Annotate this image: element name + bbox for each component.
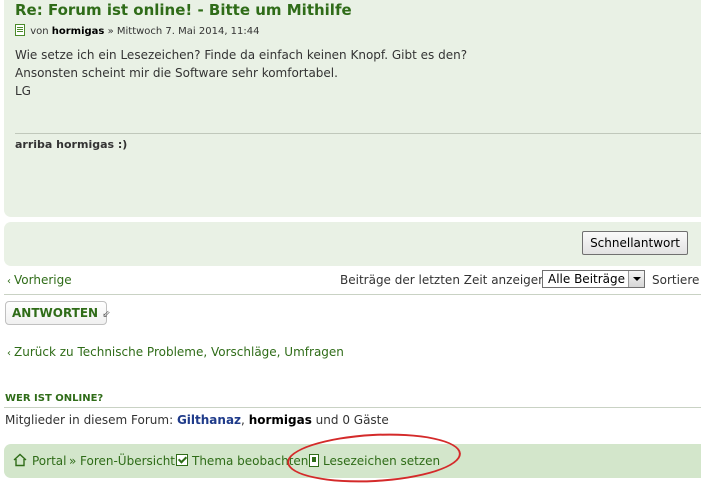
checkbox-icon[interactable] (176, 454, 188, 466)
set-bookmark-link[interactable]: Lesezeichen setzen (323, 454, 440, 468)
who-is-online-title: WER IST ONLINE? (5, 393, 104, 404)
post-meta-prefix: von (30, 26, 49, 37)
signature-divider (15, 133, 701, 134)
post-date: » Mittwoch 7. Mai 2014, 11:44 (107, 26, 260, 37)
post-author[interactable]: hormigas (52, 26, 105, 37)
post-body-line: Wie setze ich ein Lesezeichen? Finde da … (15, 48, 468, 62)
arrow-left-icon: ‹ (7, 276, 11, 287)
post-signature: arriba hormigas :) (15, 138, 128, 151)
posts-filter-value: Alle Beiträge (548, 272, 626, 286)
footer-nav-bar: Portal » Foren-Übersicht Thema beobachte… (4, 444, 701, 478)
online-comma: , (241, 413, 245, 427)
post-meta: von hormigas » Mittwoch 7. Mai 2014, 11:… (15, 24, 260, 37)
post-icon[interactable] (15, 24, 25, 36)
select-arrow-icon[interactable] (628, 271, 644, 287)
post-title[interactable]: Re: Forum ist online! - Bitte um Mithilf… (15, 1, 352, 19)
online-prefix: Mitglieder in diesem Forum: (5, 413, 174, 427)
bookmark-icon[interactable] (309, 454, 319, 467)
reply-button-label: ANTWORTEN (12, 306, 99, 320)
breadcrumb-separator: » (69, 454, 77, 468)
online-users-text: Mitglieder in diesem Forum: Gilthanaz, h… (5, 413, 389, 427)
divider (4, 294, 701, 295)
house-icon[interactable] (13, 453, 27, 467)
quickreply-bar: Schnellantwort (4, 222, 701, 266)
post-body-line: LG (15, 84, 31, 98)
online-user-link[interactable]: hormigas (249, 413, 312, 427)
posts-filter-select[interactable]: Alle Beiträge (542, 270, 645, 288)
back-link-label: Zurück zu Technische Probleme, Vorschläg… (14, 345, 344, 359)
reply-button[interactable]: ANTWORTEN ⇙ (5, 301, 111, 325)
divider (4, 407, 701, 408)
forum-index-link[interactable]: Foren-Übersicht (80, 454, 175, 468)
previous-link[interactable]: ‹ Vorherige (7, 273, 72, 287)
post-body-line: Ansonsten scheint mir die Software sehr … (15, 66, 338, 80)
portal-link[interactable]: Portal (32, 454, 66, 468)
sort-label: Beiträge der letzten Zeit anzeigen: (340, 273, 550, 287)
post-body: Wie setze ich ein Lesezeichen? Finde da … (15, 46, 467, 100)
post-panel: Re: Forum ist online! - Bitte um Mithilf… (4, 0, 701, 217)
back-to-forum-link[interactable]: ‹ Zurück zu Technische Probleme, Vorschlä… (7, 345, 344, 359)
watch-topic-link[interactable]: Thema beobachten (192, 454, 308, 468)
sort-order-label: Sortiere (652, 273, 700, 287)
reply-icon: ⇙ (102, 309, 111, 320)
topic-nav-row: ‹ Vorherige Beiträge der letzten Zeit anz… (0, 270, 701, 290)
online-suffix: und 0 Gäste (315, 413, 389, 427)
arrow-left-icon: ‹ (7, 348, 11, 359)
previous-label: Vorherige (14, 273, 72, 287)
quickreply-button[interactable]: Schnellantwort (582, 231, 688, 255)
online-user-link[interactable]: Gilthanaz (177, 413, 241, 427)
